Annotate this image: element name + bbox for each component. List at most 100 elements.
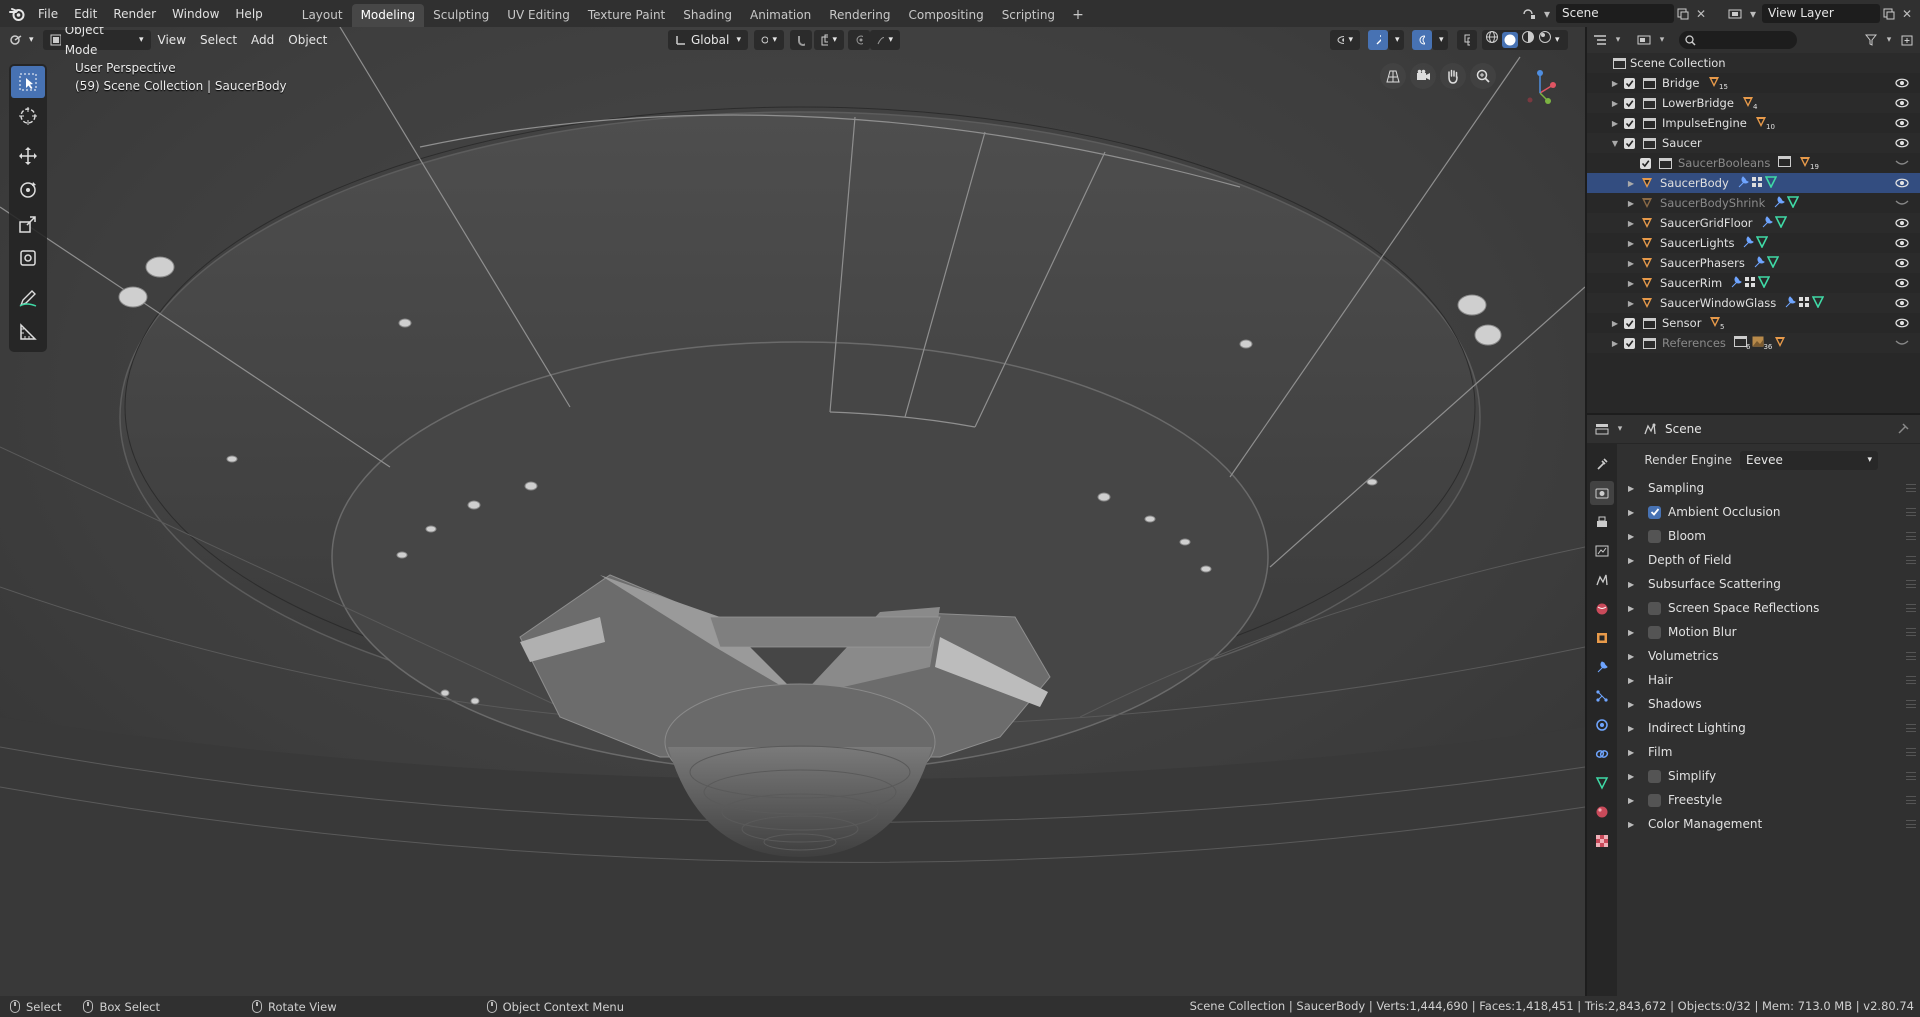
eye-icon[interactable] [1895,116,1909,130]
panel-color-management[interactable]: ▶ Color Management [1618,812,1920,836]
expand-right-icon[interactable]: ▶ [1628,580,1634,589]
outliner-row-saucerbooleans[interactable]: SaucerBooleans 19 [1587,153,1920,173]
outliner-row-saucerwindowglass[interactable]: ▶ SaucerWindowGlass [1587,293,1920,313]
outliner-row-saucergridfloor[interactable]: ▶ SaucerGridFloor [1587,213,1920,233]
expand-right-icon[interactable]: ▶ [1628,604,1634,613]
xray-toggle[interactable] [1457,30,1477,50]
properties-editor-type-icon[interactable] [1593,420,1611,438]
drag-handle-icon[interactable] [1906,628,1916,636]
panel-enable-checkbox[interactable] [1648,625,1661,639]
outliner-search-input[interactable] [1679,31,1797,49]
eye-icon[interactable] [1895,176,1909,190]
drag-handle-icon[interactable] [1906,820,1916,828]
drag-handle-icon[interactable] [1906,748,1916,756]
outliner-row-saucer[interactable]: ▼ Saucer [1587,133,1920,153]
expand-right-icon[interactable]: ▶ [1610,79,1620,88]
wireframe-shading-icon[interactable] [1485,30,1499,50]
visibility-dropdown[interactable]: ▾ [1330,30,1360,50]
view-layer-icon[interactable] [1726,5,1744,23]
drag-handle-icon[interactable] [1906,772,1916,780]
drag-handle-icon[interactable] [1906,796,1916,804]
scene-browse-icon[interactable] [1520,5,1538,23]
workspace-tab-animation[interactable]: Animation [741,4,820,27]
render-tab-icon[interactable] [1590,481,1614,505]
transform-orientation-dropdown[interactable]: Global ▾ [668,30,748,50]
object-mode-dropdown[interactable]: Object Mode ▾ [42,27,151,57]
expand-right-icon[interactable]: ▶ [1628,652,1634,661]
eye-hidden-icon[interactable] [1895,336,1909,350]
expand-right-icon[interactable]: ▶ [1626,279,1636,288]
pan-view-button[interactable] [1440,63,1466,89]
delete-scene-icon[interactable]: ✕ [1692,5,1710,23]
workspace-tab-compositing[interactable]: Compositing [899,4,992,27]
new-collection-icon[interactable] [1898,31,1916,49]
panel-enable-checkbox[interactable] [1648,505,1661,519]
chevron-down-icon[interactable]: ▾ [1609,31,1627,49]
menu-select[interactable]: Select [193,30,244,50]
eye-icon[interactable] [1895,96,1909,110]
eye-hidden-icon[interactable] [1895,156,1909,170]
particles-tab-icon[interactable] [1590,684,1614,708]
dropdown-chevron-icon[interactable]: ▾ [1538,5,1556,23]
outliner-row-impulseengine[interactable]: ▶ ImpulseEngine 10 [1587,113,1920,133]
expand-right-icon[interactable]: ▶ [1626,239,1636,248]
outliner-row-sensor[interactable]: ▶ Sensor 5 [1587,313,1920,333]
outliner-row-saucerphasers[interactable]: ▶ SaucerPhasers [1587,253,1920,273]
panel-enable-checkbox[interactable] [1648,601,1661,615]
workspace-tab-sculpting[interactable]: Sculpting [424,4,498,27]
drag-handle-icon[interactable] [1906,556,1916,564]
constraints-tab-icon[interactable] [1590,742,1614,766]
panel-depth-of-field[interactable]: ▶ Depth of Field [1618,548,1920,572]
add-workspace-button[interactable]: + [1064,4,1092,27]
world-tab-icon[interactable] [1590,597,1614,621]
eye-icon[interactable] [1895,216,1909,230]
cursor-tool[interactable] [11,100,45,132]
editor-type-button[interactable]: ▾ [2,30,41,50]
expand-right-icon[interactable]: ▶ [1628,484,1634,493]
eye-icon[interactable] [1895,296,1909,310]
eye-icon[interactable] [1895,136,1909,150]
menu-add[interactable]: Add [244,30,281,50]
mesh-data-tab-icon[interactable] [1590,771,1614,795]
expand-right-icon[interactable]: ▶ [1628,748,1634,757]
panel-subsurface-scattering[interactable]: ▶ Subsurface Scattering [1618,572,1920,596]
shading-dropdown-icon[interactable]: ▾ [1555,30,1560,50]
panel-freestyle[interactable]: ▶ Freestyle [1618,788,1920,812]
drag-handle-icon[interactable] [1906,484,1916,492]
axis-gizmo-icon[interactable] [1515,63,1565,113]
view-layer-tab-icon[interactable] [1590,539,1614,563]
outliner-row-saucerbodyshrink[interactable]: ▶ SaucerBodyShrink [1587,193,1920,213]
panel-film[interactable]: ▶ Film [1618,740,1920,764]
panel-hair[interactable]: ▶ Hair [1618,668,1920,692]
expand-right-icon[interactable]: ▶ [1628,532,1634,541]
drag-handle-icon[interactable] [1906,604,1916,612]
blender-logo-icon[interactable] [4,0,30,27]
zoom-view-button[interactable] [1470,63,1496,89]
checkbox-icon[interactable] [1624,97,1635,109]
texture-tab-icon[interactable] [1590,829,1614,853]
checkbox-icon[interactable] [1640,157,1651,169]
gizmo-dropdown[interactable]: ▾ [1388,30,1404,50]
panel-volumetrics[interactable]: ▶ Volumetrics [1618,644,1920,668]
new-scene-icon[interactable] [1674,5,1692,23]
eye-icon[interactable] [1895,256,1909,270]
outliner-editor-type-icon[interactable] [1591,31,1609,49]
drag-handle-icon[interactable] [1906,508,1916,516]
proportional-edit-toggle[interactable] [848,30,870,50]
expand-right-icon[interactable]: ▶ [1628,820,1634,829]
workspace-tab-scripting[interactable]: Scripting [993,4,1064,27]
workspace-tab-layout[interactable]: Layout [293,4,352,27]
transform-tool[interactable] [11,242,45,274]
physics-tab-icon[interactable] [1590,713,1614,737]
expand-right-icon[interactable]: ▶ [1610,119,1620,128]
render-engine-dropdown[interactable]: Eevee ▾ [1740,450,1878,470]
snap-toggle[interactable] [790,30,812,50]
expand-right-icon[interactable]: ▶ [1628,724,1634,733]
expand-right-icon[interactable]: ▶ [1610,319,1620,328]
overlays-toggle[interactable] [1412,30,1432,50]
panel-enable-checkbox[interactable] [1648,793,1661,807]
drag-handle-icon[interactable] [1906,700,1916,708]
panel-simplify[interactable]: ▶ Simplify [1618,764,1920,788]
panel-enable-checkbox[interactable] [1648,529,1661,543]
expand-right-icon[interactable]: ▶ [1626,299,1636,308]
